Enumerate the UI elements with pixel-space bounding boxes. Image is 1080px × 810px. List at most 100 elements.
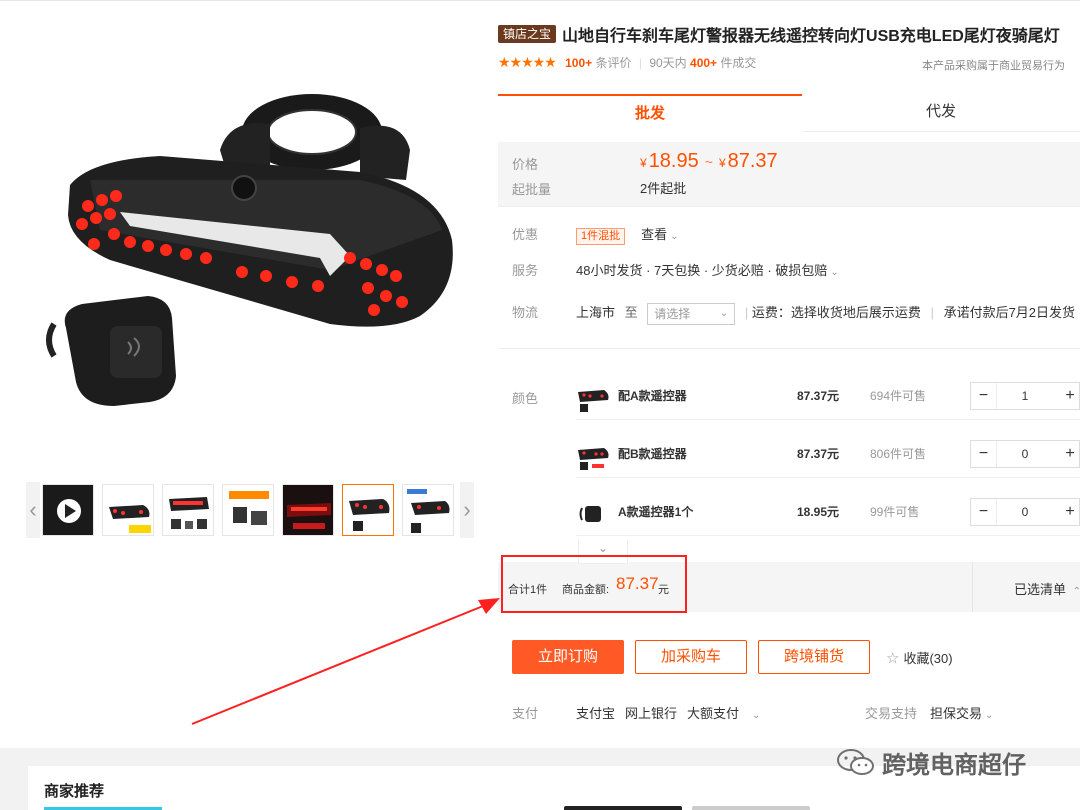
separator: | — [638, 56, 642, 70]
logistics-value: 上海市 至 请选择 ⌄ | 运费：选择收货地后展示运费 | 承诺付款后7月2日发货 — [576, 302, 1075, 325]
min-order-label: 起批量 — [512, 182, 552, 197]
sales-count: 400+ — [690, 56, 718, 70]
product-main-image[interactable] — [30, 20, 470, 460]
chevron-down-icon: ⌄ — [830, 267, 839, 278]
star-outline-icon: ☆ — [886, 650, 900, 667]
minus-icon[interactable]: − — [971, 499, 997, 525]
plus-icon[interactable]: + — [1057, 441, 1080, 467]
wechat-icon — [837, 749, 874, 775]
plus-icon[interactable]: + — [1057, 499, 1080, 525]
favorite-button[interactable]: ☆ 收藏(30) — [886, 648, 953, 667]
sales-period: 90天内 — [649, 56, 687, 70]
product-title-row: 镇店之宝 山地自行车刹车尾灯警报器无线遥控转向灯USB充电LED尾灯夜骑尾灯 — [498, 22, 1080, 44]
promo-view-link[interactable]: 查看 ⌄ — [641, 227, 678, 242]
currency-symbol: ¥ — [718, 156, 726, 170]
thumbnail[interactable] — [402, 484, 454, 536]
thumbnail[interactable] — [222, 484, 274, 536]
store-badge: 镇店之宝 — [498, 25, 557, 43]
selected-list-toggle[interactable]: 已选清单 ⌃ — [1014, 579, 1080, 598]
product-title: 山地自行车刹车尾灯警报器无线遥控转向灯USB充电LED尾灯夜骑尾灯 — [562, 28, 1060, 44]
recommend-tab[interactable] — [564, 806, 682, 810]
payment-methods: 支付宝 网上银行 大额支付 ⌄ — [576, 703, 780, 722]
thumbnail[interactable] — [42, 484, 94, 536]
thumbnail-active[interactable] — [342, 484, 394, 536]
sku-thumbnail[interactable] — [576, 380, 610, 414]
add-to-cart-button[interactable]: 加采购车 — [635, 640, 747, 674]
service-value[interactable]: 48小时发货 · 7天包换 · 少货必赔 · 破损包赔 ⌄ — [576, 260, 839, 279]
sku-price: 87.37元 — [797, 389, 840, 403]
price-high: 87.37 — [727, 150, 778, 172]
plus-icon[interactable]: + — [1057, 383, 1080, 409]
quantity-stepper: − 0 + — [970, 440, 1080, 468]
sku-name: 配B款遥控器 — [618, 447, 687, 461]
rating-stars-icon: ★★★★★ — [498, 54, 557, 70]
divider — [498, 206, 1080, 207]
sku-stock: 694件可售 — [870, 389, 927, 403]
promo-value: 1件混批 查看 ⌄ — [576, 224, 679, 245]
freight-note: 运费：选择收货地后展示运费 — [751, 305, 921, 320]
payment-row: 支付 支付宝 网上银行 大额支付 ⌄ 交易支持 担保交易 ⌄ — [512, 703, 1080, 721]
watermark-text: 跨境电商超仔 — [882, 751, 1026, 779]
destination-select[interactable]: 请选择 ⌄ — [647, 302, 736, 325]
purchase-mode-tabs: 批发 代发 — [498, 94, 1080, 132]
chevron-left-icon[interactable]: ‹ — [26, 482, 40, 538]
sku-stock: 806件可售 — [870, 447, 927, 461]
separator: | — [744, 305, 749, 320]
price-range: ¥18.95 ~ ¥87.37 — [640, 150, 778, 173]
quantity-input[interactable]: 1 — [997, 383, 1053, 409]
sku-row: A款遥控器1个 18.95元 99件可售 − 0 + — [576, 486, 1080, 536]
payment-method: 网上银行 — [625, 706, 678, 721]
reviews-count[interactable]: 100+ — [565, 56, 592, 70]
logistics-row: 物流 上海市 至 请选择 ⌄ | 运费：选择收货地后展示运费 | 承诺付款后7月2… — [498, 300, 1080, 325]
min-order-value: 2件起批 — [640, 181, 687, 196]
tab-dropship[interactable]: 代发 — [802, 94, 1080, 132]
trade-support-label: 交易支持 — [865, 706, 918, 721]
buy-now-button[interactable]: 立即订购 — [512, 640, 624, 674]
minus-icon[interactable]: − — [971, 441, 997, 467]
cross-border-button[interactable]: 跨境铺货 — [758, 640, 870, 674]
trade-note: 本产品采购属于商业贸易行为 — [922, 60, 1065, 72]
thumbnail-strip: ‹ › — [26, 482, 474, 538]
sku-thumbnail[interactable] — [576, 438, 610, 472]
tail-light-illustration — [46, 94, 453, 406]
watermark: 跨境电商超仔 — [836, 744, 1026, 780]
service-label: 服务 — [512, 263, 539, 278]
trade-support-dropdown[interactable]: 担保交易 ⌄ — [930, 703, 993, 722]
sku-name: 配A款遥控器 — [618, 389, 687, 403]
thumbnail[interactable] — [102, 484, 154, 536]
quantity-input[interactable]: 0 — [997, 441, 1053, 467]
recommend-tab[interactable] — [692, 806, 810, 810]
payment-label: 支付 — [512, 706, 539, 721]
service-row: 服务 48小时发货 · 7天包换 · 少货必赔 · 破损包赔 ⌄ — [498, 258, 1080, 280]
promo-label: 优惠 — [512, 227, 539, 242]
separator: | — [930, 305, 934, 320]
quantity-input[interactable]: 0 — [997, 499, 1053, 525]
thumbnail[interactable] — [162, 484, 214, 536]
promo-row: 优惠 1件混批 查看 ⌄ — [498, 222, 1080, 245]
quantity-stepper: − 1 + — [970, 382, 1080, 410]
price-low: 18.95 — [648, 150, 699, 172]
divider — [972, 562, 973, 612]
payment-method-dropdown[interactable]: 大额支付 ⌄ — [687, 706, 770, 721]
annotation-highlight-box — [501, 555, 687, 613]
sku-thumbnail[interactable] — [576, 496, 610, 530]
sku-color-label: 颜色 — [512, 391, 539, 406]
sku-row: 配A款遥控器 87.37元 694件可售 − 1 + — [576, 370, 1080, 420]
chevron-up-icon: ⌃ — [1072, 586, 1080, 597]
sales-label: 件成交 — [720, 56, 757, 70]
reviews-label[interactable]: 条评价 — [595, 56, 631, 70]
chevron-right-icon[interactable]: › — [460, 482, 474, 538]
thumbnail[interactable] — [282, 484, 334, 536]
sku-price: 18.95元 — [797, 505, 840, 519]
logistics-label: 物流 — [512, 305, 539, 320]
minus-icon[interactable]: − — [971, 383, 997, 409]
quantity-stepper: − 0 + — [970, 498, 1080, 526]
payment-method: 支付宝 — [576, 706, 616, 721]
price-label: 价格 — [512, 157, 539, 172]
sku-name: A款遥控器1个 — [618, 505, 694, 519]
divider — [498, 348, 1080, 349]
logistics-origin: 上海市 — [576, 305, 616, 320]
sku-stock: 99件可售 — [870, 505, 920, 519]
tab-wholesale[interactable]: 批发 — [498, 94, 802, 132]
ship-promise: 承诺付款后7月2日发货 — [943, 305, 1076, 320]
